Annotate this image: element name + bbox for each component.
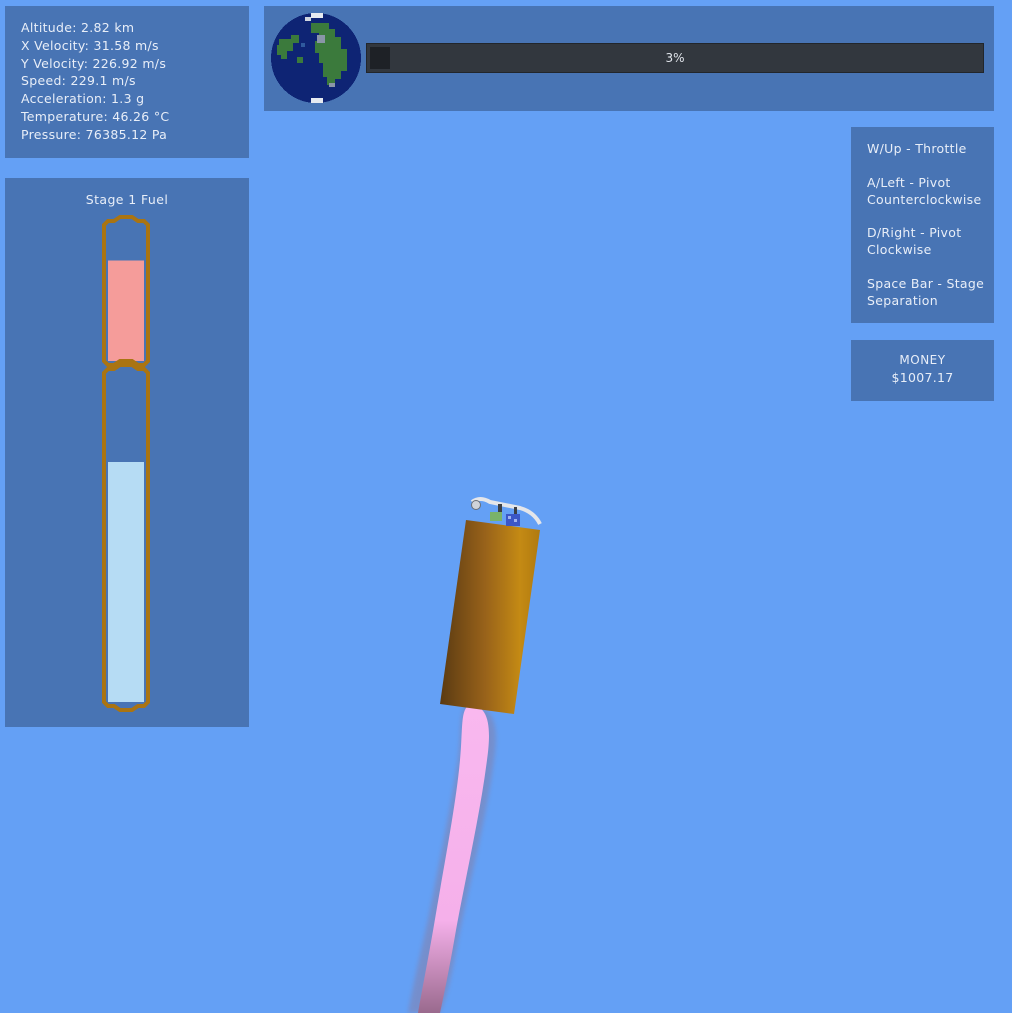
controls-help-panel: W/Up - Throttle A/Left - Pivot Countercl… xyxy=(851,127,994,323)
rocket-stage-icon xyxy=(440,497,542,714)
fuel-gauge xyxy=(102,215,150,712)
fuel-panel: Stage 1 Fuel xyxy=(5,178,249,727)
money-panel: MONEY $1007.17 xyxy=(851,340,994,401)
money-label: MONEY xyxy=(899,353,946,367)
payload-module xyxy=(470,497,542,526)
exhaust-plume xyxy=(408,705,496,1013)
progress-panel: 3% xyxy=(264,6,994,111)
pressure-readout: Pressure: 76385.12 Pa xyxy=(21,127,168,142)
y-velocity-readout: Y Velocity: 226.92 m/s xyxy=(21,56,167,71)
control-hint-pivot-cw: D/Right - Pivot Clockwise xyxy=(867,225,962,257)
oxidizer-level xyxy=(108,260,144,361)
acceleration-readout: Acceleration: 1.3 g xyxy=(21,91,145,106)
progress-percent-label: 3% xyxy=(665,51,685,65)
mission-progress-bar: 3% xyxy=(366,43,984,73)
telemetry-panel: Altitude: 2.82 km X Velocity: 31.58 m/s … xyxy=(5,6,249,158)
altitude-readout: Altitude: 2.82 km xyxy=(21,20,135,35)
x-velocity-readout: X Velocity: 31.58 m/s xyxy=(21,38,159,53)
money-value: $1007.17 xyxy=(891,370,954,385)
fuel-panel-title: Stage 1 Fuel xyxy=(85,192,169,207)
temperature-readout: Temperature: 46.26 °C xyxy=(21,109,170,124)
control-hint-throttle: W/Up - Throttle xyxy=(867,141,967,156)
speed-readout: Speed: 229.1 m/s xyxy=(21,73,136,88)
control-hint-pivot-ccw: A/Left - Pivot Counterclockwise xyxy=(867,175,982,207)
earth-icon xyxy=(271,13,361,103)
fuel-level xyxy=(108,462,144,702)
control-hint-stage-separation: Space Bar - Stage Separation xyxy=(867,276,985,308)
